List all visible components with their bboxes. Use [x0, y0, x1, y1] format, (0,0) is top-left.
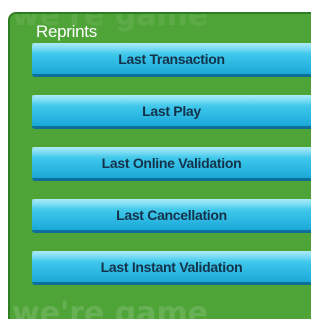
button-label: Last Cancellation [116, 206, 227, 223]
panel-title: Reprints [36, 22, 97, 41]
last-play-button[interactable]: Last Play [32, 95, 311, 129]
button-label: Last Online Validation [101, 154, 242, 171]
button-label: Last Play [142, 102, 201, 119]
last-cancellation-button[interactable]: Last Cancellation [32, 199, 311, 233]
reprint-button-list: Last Transaction Last Play Last Online V… [32, 43, 311, 303]
last-instant-validation-button[interactable]: Last Instant Validation [32, 251, 311, 285]
button-label: Last Instant Validation [100, 258, 243, 275]
last-online-validation-button[interactable]: Last Online Validation [32, 147, 311, 181]
last-transaction-button[interactable]: Last Transaction [32, 43, 311, 77]
button-label: Last Transaction [118, 50, 225, 67]
